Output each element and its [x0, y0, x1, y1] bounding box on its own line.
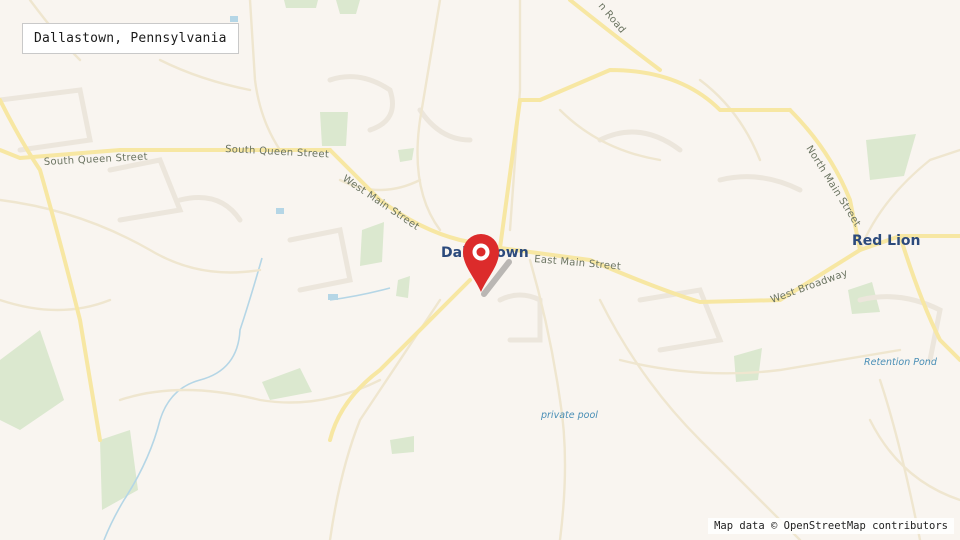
- label-private-pool: private pool: [540, 410, 598, 421]
- map-attribution: Map data © OpenStreetMap contributors: [708, 518, 954, 534]
- label-red-lion: Red Lion: [852, 233, 920, 249]
- attribution-text: Map data © OpenStreetMap contributors: [714, 520, 948, 532]
- label-retention-pond: Retention Pond: [864, 357, 938, 368]
- location-search-box[interactable]: Dallastown, Pennsylvania: [22, 23, 239, 54]
- location-search-text: Dallastown, Pennsylvania: [34, 31, 227, 46]
- map-canvas[interactable]: South Queen Street South Queen Street We…: [0, 0, 960, 540]
- marker-dot: [476, 247, 486, 257]
